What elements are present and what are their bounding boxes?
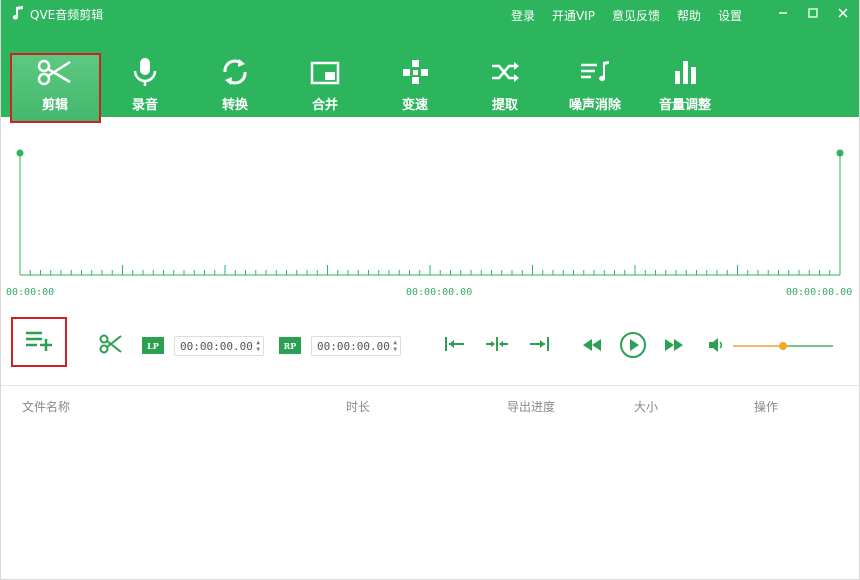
close-icon[interactable]: [836, 4, 850, 22]
waveform-right-handle[interactable]: [836, 149, 844, 157]
set-middle-button[interactable]: [485, 335, 509, 357]
merge-icon: [307, 55, 343, 94]
column-header-export-progress: 导出进度: [507, 400, 556, 414]
convert-icon: [217, 55, 253, 94]
app-title-text: QVE音频剪辑: [30, 8, 104, 22]
minimize-icon[interactable]: [776, 4, 790, 22]
noise-removal-icon: [577, 55, 613, 94]
feedback-link[interactable]: 意见反馈: [612, 7, 660, 24]
help-link[interactable]: 帮助: [677, 7, 701, 24]
add-file-button[interactable]: [11, 317, 67, 367]
lp-time-spinner-icon[interactable]: ▲ ▼: [256, 339, 260, 353]
scissors-icon: [37, 55, 73, 94]
set-end-button[interactable]: [527, 335, 551, 357]
rp-time-value: 00:00:00.00: [317, 339, 390, 353]
header-bar: QVE音频剪辑 登录 开通VIP 意见反馈 帮助 设置 剪辑 录音 转换 合并 …: [0, 0, 860, 121]
app-title: QVE音频剪辑: [12, 6, 103, 23]
login-link[interactable]: 登录: [511, 7, 535, 24]
tab-volume-adjust[interactable]: 音量调整: [640, 55, 730, 121]
tab-record-label: 录音: [131, 98, 158, 113]
extract-icon: [487, 55, 523, 94]
tab-noise-removal[interactable]: 噪声消除: [550, 55, 640, 121]
controls-bar: LP 00:00:00.00 ▲ ▼ RP 00:00:00.00 ▲ ▼: [0, 315, 860, 375]
maximize-icon[interactable]: [806, 4, 820, 22]
timeline-ticks: [19, 265, 841, 275]
scissors-small-icon: [99, 333, 123, 359]
rewind-icon: [582, 337, 602, 356]
column-header-duration: 时长: [346, 400, 371, 414]
tab-speed[interactable]: 变速: [370, 55, 460, 121]
rp-time-field[interactable]: 00:00:00.00 ▲ ▼: [311, 336, 401, 356]
tab-volume-adjust-label: 音量调整: [658, 98, 711, 113]
table-divider: [0, 385, 860, 386]
add-to-list-icon: [24, 328, 54, 356]
volume-adjust-icon: [667, 55, 703, 94]
volume-knob[interactable]: [779, 342, 787, 350]
tab-extract[interactable]: 提取: [460, 55, 550, 121]
tool-tabs: 剪辑 录音 转换 合并 变速 提取 噪声消除 音量调整: [10, 55, 730, 121]
play-icon: [619, 331, 647, 363]
timeline-end-time: 00:00:00.00: [786, 287, 853, 298]
tab-convert-label: 转换: [221, 98, 248, 113]
tab-extract-label: 提取: [491, 98, 518, 113]
rp-badge: RP: [279, 337, 301, 354]
mute-button[interactable]: [706, 336, 726, 356]
rp-time-spinner-icon[interactable]: ▲ ▼: [393, 339, 397, 353]
fast-forward-icon: [664, 337, 684, 356]
window-controls: [776, 4, 850, 22]
rp-button[interactable]: RP: [279, 337, 301, 354]
set-start-button[interactable]: [443, 335, 467, 357]
microphone-icon: [127, 55, 163, 94]
tab-speed-label: 变速: [401, 98, 428, 113]
cut-button[interactable]: [98, 333, 124, 359]
align-right-icon: [528, 336, 550, 356]
vip-link[interactable]: 开通VIP: [552, 7, 595, 24]
tab-convert[interactable]: 转换: [190, 55, 280, 121]
settings-link[interactable]: 设置: [718, 7, 742, 24]
lp-badge: LP: [142, 337, 164, 354]
title-bar: QVE音频剪辑 登录 开通VIP 意见反馈 帮助 设置: [0, 0, 860, 30]
tab-merge[interactable]: 合并: [280, 55, 370, 121]
tab-cut-label: 剪辑: [41, 98, 68, 113]
volume-slider[interactable]: [733, 339, 833, 353]
tab-record[interactable]: 录音: [100, 55, 190, 121]
fast-forward-button[interactable]: [662, 335, 686, 357]
volume-icon: [708, 337, 724, 356]
play-button[interactable]: [618, 332, 648, 362]
top-links: 登录 开通VIP 意见反馈 帮助 设置: [511, 7, 742, 24]
align-left-icon: [444, 336, 466, 356]
lp-button[interactable]: LP: [142, 337, 164, 354]
waveform-left-handle[interactable]: [16, 149, 24, 157]
tab-noise-removal-label: 噪声消除: [568, 98, 621, 113]
column-header-actions: 操作: [754, 400, 779, 414]
rewind-button[interactable]: [580, 335, 604, 357]
timeline-middle-time: 00:00:00.00: [406, 287, 473, 298]
tab-cut[interactable]: 剪辑: [10, 55, 100, 121]
music-note-icon: [12, 6, 24, 23]
speed-icon: [397, 55, 433, 94]
timeline-start-time: 00:00:00: [6, 287, 55, 298]
column-header-size: 大小: [634, 400, 659, 414]
waveform-area: [16, 149, 844, 276]
align-center-icon: [485, 336, 509, 356]
column-header-filename: 文件名称: [22, 400, 71, 414]
lp-time-field[interactable]: 00:00:00.00 ▲ ▼: [174, 336, 264, 356]
tab-merge-label: 合并: [311, 98, 338, 113]
lp-time-value: 00:00:00.00: [180, 339, 253, 353]
